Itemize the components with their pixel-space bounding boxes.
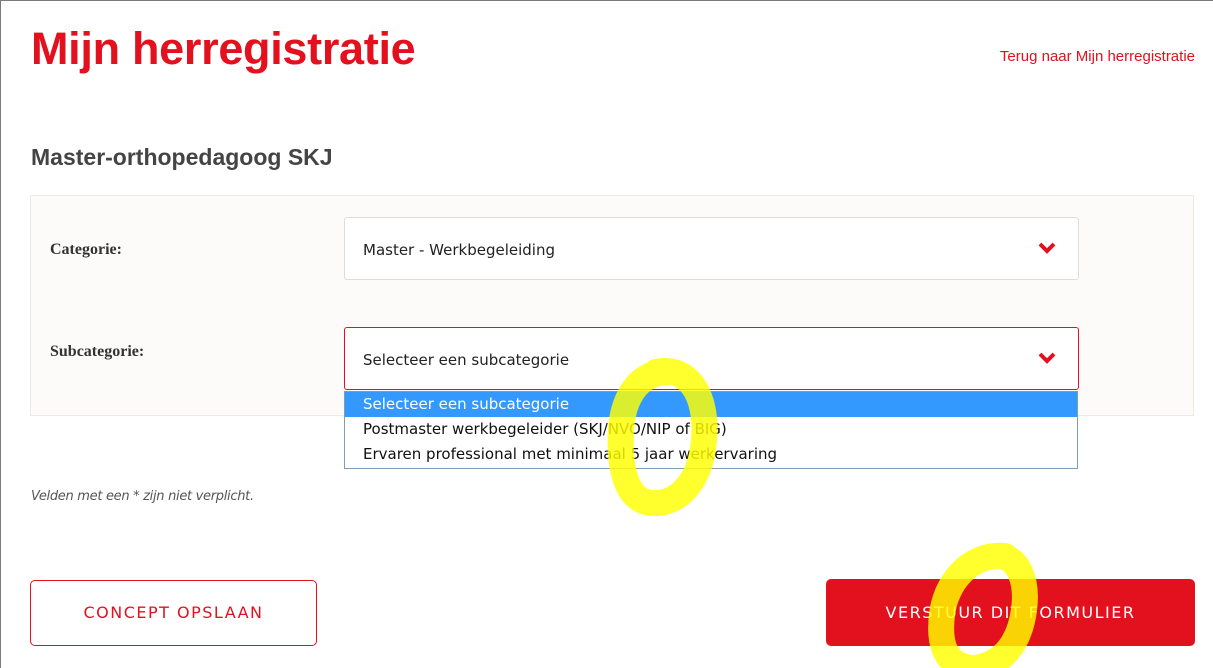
- subcategory-dropdown-list: Selecteer een subcategorie Postmaster we…: [344, 391, 1078, 469]
- back-to-overview-link[interactable]: Terug naar Mijn herregistratie: [1000, 48, 1195, 65]
- category-select-value: Master - Werkbegeleiding: [363, 241, 555, 259]
- subcategory-select[interactable]: Selecteer een subcategorie: [344, 327, 1079, 390]
- window-border-top: [0, 0, 1213, 1]
- chevron-down-icon: [1038, 352, 1056, 364]
- category-label: Categorie:: [50, 241, 122, 258]
- subcategory-select-value: Selecteer een subcategorie: [363, 351, 570, 369]
- submit-form-button[interactable]: VERSTUUR DIT FORMULIER: [826, 579, 1195, 646]
- category-select[interactable]: Master - Werkbegeleiding: [344, 217, 1079, 280]
- section-title: Master-orthopedagoog SKJ: [31, 144, 333, 170]
- dropdown-option[interactable]: Ervaren professional met minimaal 5 jaar…: [345, 442, 1077, 467]
- dropdown-option[interactable]: Selecteer een subcategorie: [345, 392, 1077, 417]
- subcategory-label: Subcategorie:: [50, 343, 145, 360]
- dropdown-option[interactable]: Postmaster werkbegeleider (SKJ/NVO/NIP o…: [345, 417, 1077, 442]
- save-concept-button[interactable]: CONCEPT OPSLAAN: [30, 580, 317, 646]
- chevron-down-icon: [1038, 242, 1056, 254]
- optional-fields-note: Velden met een * zijn niet verplicht.: [31, 489, 254, 504]
- page-title: Mijn herregistratie: [31, 23, 416, 74]
- window-border-left: [0, 0, 1, 668]
